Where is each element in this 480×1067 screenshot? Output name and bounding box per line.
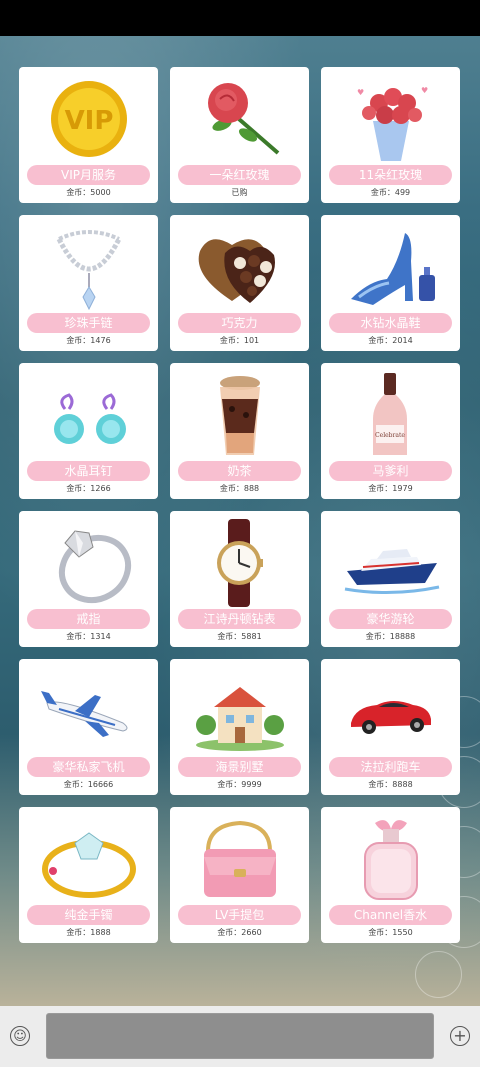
handbag-icon [170, 813, 309, 905]
gift-card-private-jet[interactable]: 豪华私家飞机 金币：16666 [19, 659, 158, 795]
red-rose-icon [170, 73, 309, 165]
gift-price: 金币：5881 [217, 632, 262, 641]
gift-card-rose-bouquet[interactable]: ♥ ♥ 11朵红玫瑰 金币：499 [321, 67, 460, 203]
private-jet-icon [19, 665, 158, 757]
gift-name: 一朵红玫瑰 [178, 165, 301, 185]
gift-price: 金币：18888 [365, 632, 416, 641]
gift-name: 法拉利跑车 [329, 757, 452, 777]
gift-card-perfume[interactable]: Channel香水 金币：1550 [321, 807, 460, 943]
diamond-ring-icon [19, 517, 158, 609]
gift-grid: VIP VIP月服务 金币：5000 一朵红玫瑰 已购 ♥ ♥ 11朵红玫瑰 金币… [19, 67, 461, 943]
gift-card-villa[interactable]: 海景别墅 金币：9999 [170, 659, 309, 795]
gift-card-vip[interactable]: VIP VIP月服务 金币：5000 [19, 67, 158, 203]
gift-name: VIP月服务 [27, 165, 150, 185]
gift-price: 金币：2014 [368, 336, 413, 345]
liquor-bottle-icon: Celebrate [321, 369, 460, 461]
gift-price: 金币：1476 [66, 336, 111, 345]
perfume-icon [321, 813, 460, 905]
chocolate-box-icon [170, 221, 309, 313]
rose-bouquet-icon: ♥ ♥ [321, 73, 460, 165]
gift-name: 巧克力 [178, 313, 301, 333]
message-input[interactable] [46, 1013, 434, 1059]
vip-coin-icon: VIP [19, 73, 158, 165]
gift-name: 奶茶 [178, 461, 301, 481]
gift-price: 金币：1550 [368, 928, 413, 937]
gift-card-sports-car[interactable]: 法拉利跑车 金币：8888 [321, 659, 460, 795]
gift-price: 金币：499 [370, 188, 411, 197]
gift-price: 金币：1979 [368, 484, 413, 493]
gift-name: 豪华私家飞机 [27, 757, 150, 777]
gift-price: 金币：5000 [66, 188, 111, 197]
gift-card-rose[interactable]: 一朵红玫瑰 已购 [170, 67, 309, 203]
gift-card-crystal-shoe[interactable]: 水钻水晶鞋 金币：2014 [321, 215, 460, 351]
plus-icon[interactable]: + [450, 1026, 470, 1046]
gift-card-chocolate[interactable]: 巧克力 金币：101 [170, 215, 309, 351]
gift-name: 11朵红玫瑰 [329, 165, 452, 185]
status-bar [0, 0, 480, 36]
gift-card-ring[interactable]: 戒指 金币：1314 [19, 511, 158, 647]
gift-price: 金币：16666 [63, 780, 114, 789]
gift-card-pearl-necklace[interactable]: 珍珠手链 金币：1476 [19, 215, 158, 351]
gift-card-cruise-ship[interactable]: 豪华游轮 金币：18888 [321, 511, 460, 647]
gift-price: 金币：101 [219, 336, 260, 345]
gift-name: 江诗丹顿钻表 [178, 609, 301, 629]
gift-price: 金币：2660 [217, 928, 262, 937]
svg-text:♥: ♥ [421, 86, 428, 95]
emoji-icon[interactable]: ☺ [10, 1026, 30, 1046]
crystal-shoe-icon [321, 221, 460, 313]
sports-car-icon [321, 665, 460, 757]
gift-card-handbag[interactable]: LV手提包 金币：2660 [170, 807, 309, 943]
gift-name: 马爹利 [329, 461, 452, 481]
gift-card-gold-bracelet[interactable]: 纯金手镯 金币：1888 [19, 807, 158, 943]
gift-price: 金币：1266 [66, 484, 111, 493]
gift-price: 金币：8888 [368, 780, 413, 789]
svg-text:♥: ♥ [357, 88, 364, 97]
wrist-watch-icon [170, 517, 309, 609]
gift-name: 水钻水晶鞋 [329, 313, 452, 333]
gift-name: 戒指 [27, 609, 150, 629]
gift-price: 金币：1314 [66, 632, 111, 641]
milk-tea-icon [170, 369, 309, 461]
decorative-ring [415, 951, 462, 998]
gift-card-crystal-earrings[interactable]: 水晶耳钉 金币：1266 [19, 363, 158, 499]
gift-card-milk-tea[interactable]: 奶茶 金币：888 [170, 363, 309, 499]
gift-name: 海景别墅 [178, 757, 301, 777]
svg-text:VIP: VIP [65, 106, 114, 136]
gift-price: 金币：9999 [217, 780, 262, 789]
gift-price: 金币：888 [219, 484, 260, 493]
gift-name: Channel香水 [329, 905, 452, 925]
gift-name: 水晶耳钉 [27, 461, 150, 481]
gift-name: 珍珠手链 [27, 313, 150, 333]
gift-card-watch[interactable]: 江诗丹顿钻表 金币：5881 [170, 511, 309, 647]
gift-name: 纯金手镯 [27, 905, 150, 925]
villa-icon [170, 665, 309, 757]
gift-name: 豪华游轮 [329, 609, 452, 629]
gift-card-liquor[interactable]: Celebrate 马爹利 金币：1979 [321, 363, 460, 499]
svg-text:Celebrate: Celebrate [375, 432, 405, 439]
pearl-necklace-icon [19, 221, 158, 313]
cruise-ship-icon [321, 517, 460, 609]
gift-price: 金币：1888 [66, 928, 111, 937]
gift-price: 已购 [231, 188, 248, 197]
chat-input-bar: ☺ + [0, 1006, 480, 1067]
gold-bracelet-icon [19, 813, 158, 905]
crystal-earrings-icon [19, 369, 158, 461]
gift-name: LV手提包 [178, 905, 301, 925]
